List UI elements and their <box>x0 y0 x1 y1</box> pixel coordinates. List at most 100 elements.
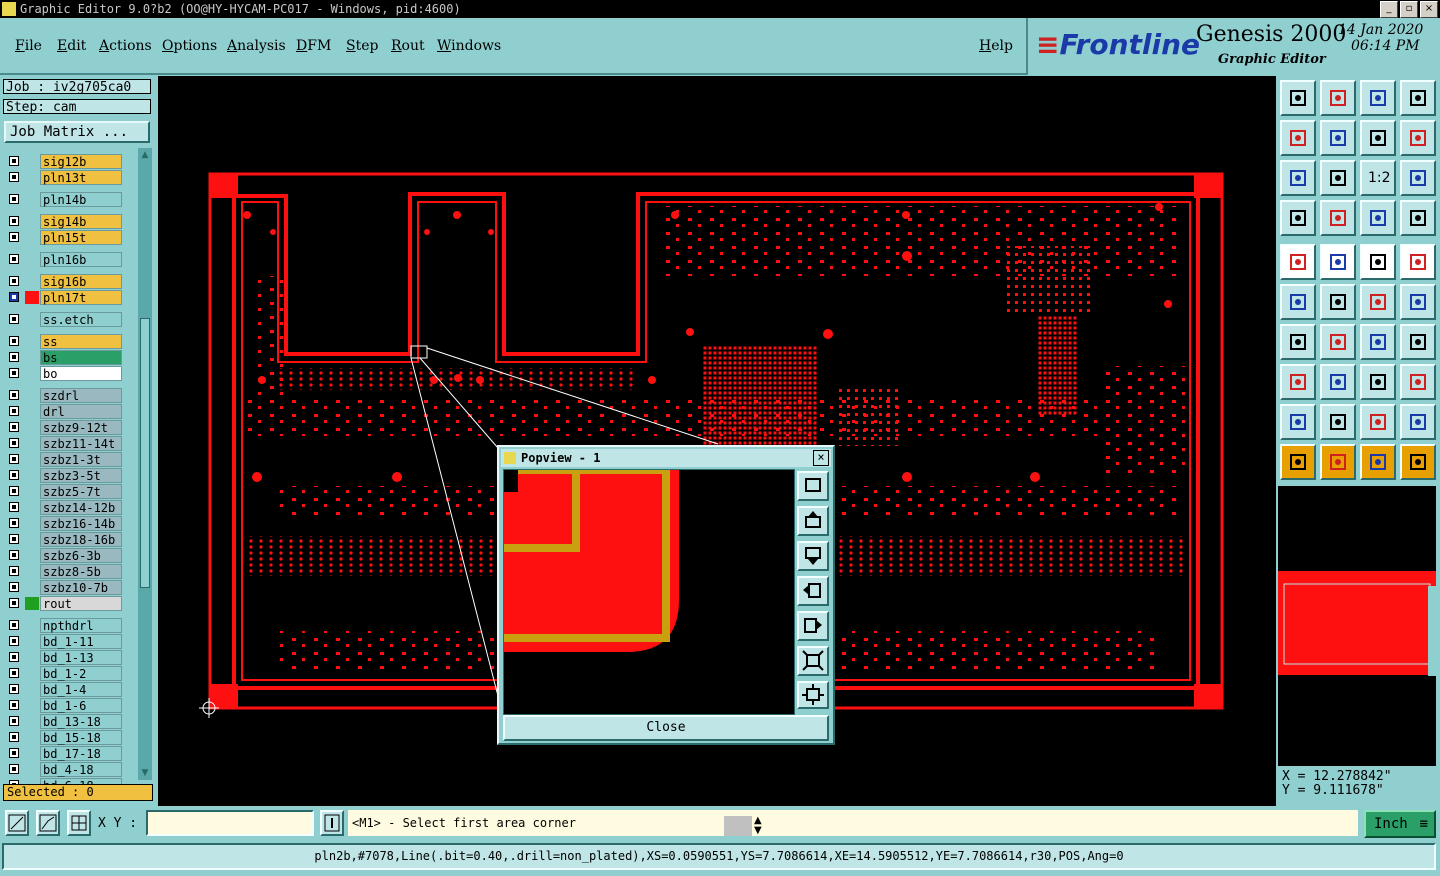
popview-canvas[interactable] <box>503 469 795 715</box>
layer-name[interactable]: npthdrl <box>40 618 122 633</box>
layer-checkbox[interactable] <box>9 172 19 182</box>
menu-options[interactable]: Options <box>162 38 217 54</box>
layer-name[interactable]: bs <box>40 350 122 365</box>
popview-zoom-in-button[interactable] <box>797 646 829 676</box>
layer-row[interactable]: bs <box>3 350 138 365</box>
menu-dfm[interactable]: DFM <box>296 38 331 54</box>
maximize-button[interactable]: ▫ <box>1400 1 1418 18</box>
layer-name[interactable]: szbz6-3b <box>40 548 122 563</box>
keyboard-icon[interactable] <box>724 816 752 836</box>
layer-checkbox[interactable] <box>9 156 19 166</box>
layer-checkbox[interactable] <box>9 438 19 448</box>
layer-row[interactable]: szbz14-12b <box>3 500 138 515</box>
menu-help[interactable]: Help <box>979 38 1013 54</box>
layer-name[interactable]: sig14b <box>40 214 122 229</box>
add-node-button[interactable] <box>1400 284 1436 320</box>
layer-row[interactable]: npthdrl <box>3 618 138 633</box>
layer-row[interactable]: sig14b <box>3 214 138 229</box>
layer-checkbox[interactable] <box>9 598 19 608</box>
arc-button[interactable] <box>1360 324 1396 360</box>
overview-panel[interactable] <box>1278 486 1436 766</box>
pad-button[interactable] <box>1280 364 1316 400</box>
layer-row[interactable]: szbz9-12t <box>3 420 138 435</box>
layer-row[interactable]: bd_1-4 <box>3 682 138 697</box>
minimize-button[interactable]: _ <box>1380 1 1398 18</box>
layer-row[interactable]: sig12b <box>3 154 138 169</box>
layer-name[interactable]: szdrl <box>40 388 122 403</box>
open-step-button[interactable] <box>1280 80 1316 116</box>
layer-row[interactable]: szdrl <box>3 388 138 403</box>
layer-name[interactable]: sig16b <box>40 274 122 289</box>
grid-mode-icon[interactable] <box>67 810 91 836</box>
select-pad-button[interactable] <box>1280 244 1316 280</box>
redo-button[interactable] <box>1400 120 1436 156</box>
layer-name[interactable]: pln15t <box>40 230 122 245</box>
layer-name[interactable]: bo <box>40 366 122 381</box>
undo-button[interactable] <box>1360 120 1396 156</box>
layer-checkbox[interactable] <box>9 566 19 576</box>
layer-row[interactable]: szbz8-5b <box>3 564 138 579</box>
spinner-icon[interactable]: ▲ ▼ <box>754 816 768 836</box>
scale-1-2-button[interactable]: 1:2 <box>1360 160 1396 196</box>
layer-row[interactable]: szbz1-3t <box>3 452 138 467</box>
line-tool-button[interactable] <box>1320 324 1356 360</box>
layer-name[interactable]: drl <box>40 404 122 419</box>
mirror-button[interactable] <box>1400 324 1436 360</box>
layer-checkbox[interactable] <box>9 486 19 496</box>
layer-checkbox[interactable] <box>9 748 19 758</box>
home-button[interactable] <box>1360 80 1396 116</box>
unit-selector[interactable]: Inch ≡ <box>1364 810 1436 838</box>
layer-name[interactable]: szbz11-14t <box>40 436 122 451</box>
layer-row[interactable]: bo <box>3 366 138 381</box>
layer-checkbox[interactable] <box>9 732 19 742</box>
layer-name[interactable]: bd_1-13 <box>40 650 122 665</box>
layer-row[interactable]: szbz16-14b <box>3 516 138 531</box>
layer-attr-button[interactable] <box>1360 200 1396 236</box>
layer-name[interactable]: pln13t <box>40 170 122 185</box>
close-window-button[interactable]: × <box>1420 1 1438 18</box>
layer-row[interactable]: szbz5-7t <box>3 484 138 499</box>
menu-file[interactable]: File <box>15 38 42 54</box>
layer-name[interactable]: bd_1-6 <box>40 698 122 713</box>
export-button[interactable] <box>1320 120 1356 156</box>
layer-checkbox[interactable] <box>9 292 19 302</box>
layer-row[interactable]: pln15t <box>3 230 138 245</box>
layer-name[interactable]: szbz1-3t <box>40 452 122 467</box>
layer-checkbox[interactable] <box>9 502 19 512</box>
layer-row[interactable]: szbz3-5t <box>3 468 138 483</box>
layer-checkbox[interactable] <box>9 390 19 400</box>
cut-button[interactable] <box>1320 364 1356 400</box>
layer-row[interactable]: pln16b <box>3 252 138 267</box>
layer-name[interactable]: bd_4-18 <box>40 762 122 777</box>
group-button[interactable] <box>1400 364 1436 400</box>
scroll-thumb[interactable] <box>140 318 150 588</box>
layer-row[interactable]: ss.etch <box>3 312 138 327</box>
layer-checkbox[interactable] <box>9 276 19 286</box>
popview-pan-right-button[interactable] <box>797 611 829 641</box>
pick-button[interactable] <box>1360 444 1396 480</box>
popview-pan-up-button[interactable] <box>797 506 829 536</box>
layer-checkbox[interactable] <box>9 668 19 678</box>
popview-pan-left-button[interactable] <box>797 576 829 606</box>
measure-button[interactable] <box>1360 364 1396 400</box>
layer-edit-button[interactable] <box>1400 200 1436 236</box>
scroll-down-icon[interactable]: ▼ <box>139 767 151 779</box>
layer-row[interactable]: bd_13-18 <box>3 714 138 729</box>
layer-row[interactable]: szbz18-16b <box>3 532 138 547</box>
layer-row[interactable]: bd_1-2 <box>3 666 138 681</box>
layer-name[interactable]: bd_1-2 <box>40 666 122 681</box>
layer-name[interactable]: szbz16-14b <box>40 516 122 531</box>
layer-name[interactable]: bd_1-11 <box>40 634 122 649</box>
layer-name[interactable]: bd_17-18 <box>40 746 122 761</box>
popview-window[interactable]: Popview - 1 × Close <box>497 445 835 745</box>
layer-checkbox[interactable] <box>9 652 19 662</box>
job-matrix-button[interactable]: Job Matrix ... <box>4 121 150 143</box>
layer-checkbox[interactable] <box>9 232 19 242</box>
layer-checkbox[interactable] <box>9 254 19 264</box>
layer-name[interactable]: sig12b <box>40 154 122 169</box>
grid-button[interactable] <box>1320 200 1356 236</box>
layer-name[interactable]: ss.etch <box>40 312 122 327</box>
menu-rout[interactable]: Rout <box>391 38 425 54</box>
layer-row[interactable]: pln13t <box>3 170 138 185</box>
layer-name[interactable]: szbz8-5b <box>40 564 122 579</box>
